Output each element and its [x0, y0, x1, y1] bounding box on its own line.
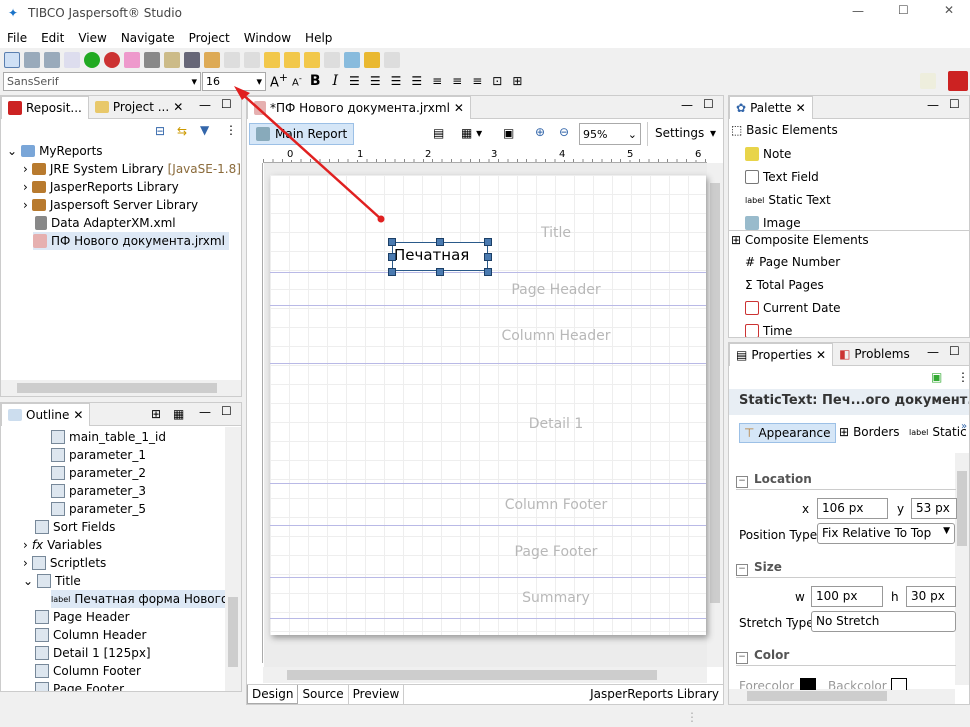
status-separator: ⋮ [686, 710, 698, 724]
note-icon [745, 147, 759, 161]
properties-tabbar: ▤ Properties ✕ ◧ Problems — ☐ [729, 343, 969, 366]
ruler-icon: ⊤ [744, 426, 755, 440]
h-label: h [891, 590, 899, 604]
item-label: Text Field [763, 170, 819, 184]
item-label: Note [763, 147, 792, 161]
y-input[interactable]: 53 px [911, 498, 957, 519]
backcolor-swatch[interactable] [891, 678, 907, 690]
properties-title: StaticText: Печ...ого документ... [729, 389, 969, 415]
height-input[interactable]: 30 px [906, 586, 956, 607]
label-icon: label [909, 428, 929, 437]
tab-label: Appearance [758, 426, 831, 440]
tab-label: Properties [751, 347, 812, 362]
size-section-header[interactable]: Size [736, 560, 782, 576]
tab-problems[interactable]: ◧ Problems [833, 344, 916, 364]
drawer-label: Basic Elements [746, 123, 838, 137]
appearance-tab[interactable]: ⊤ Appearance [739, 423, 836, 443]
close-icon[interactable]: ✕ [816, 348, 826, 362]
divider [736, 665, 956, 666]
maximize-icon[interactable]: ☐ [949, 344, 960, 358]
position-type-select[interactable]: Fix Relative To Top ▼ [817, 523, 955, 544]
palette-tabbar: ✿ Palette ✕ — ☐ [729, 96, 969, 119]
divider [736, 489, 956, 490]
tab-palette[interactable]: ✿ Palette ✕ [729, 96, 813, 119]
tab-label: Palette [750, 100, 792, 115]
palette-item-page-number[interactable]: # Page Number [745, 253, 840, 271]
view-menu-icon[interactable]: ⋮ [957, 370, 969, 384]
composite-elements-header[interactable]: ⊞ Composite Elements [729, 230, 969, 249]
static-tab[interactable]: label Static [909, 425, 967, 439]
calendar-icon [745, 324, 759, 337]
palette-item-note[interactable]: Note [745, 145, 791, 163]
borders-tab[interactable]: ⊞ Borders [839, 425, 900, 439]
minimize-icon[interactable]: — [927, 98, 939, 112]
palette-item-total-pages[interactable]: Σ Total Pages [745, 276, 824, 294]
maximize-icon[interactable]: ☐ [949, 97, 960, 111]
item-label: Page Number [759, 255, 841, 269]
tab-label: Borders [853, 425, 900, 439]
vertical-scrollbar[interactable] [955, 453, 969, 685]
drawer-icon: ⊞ [731, 233, 742, 247]
sum-icon: Σ [745, 278, 753, 292]
item-label: Static Text [768, 193, 831, 207]
palette-item-time[interactable]: Time [745, 322, 793, 338]
forecolor-label: Forecolor [739, 679, 795, 689]
palette-panel: ✿ Palette ✕ — ☐ ⬚ Basic Elements Note Text… [728, 95, 970, 338]
stretch-type-select[interactable]: No Stretch [811, 611, 956, 632]
drawer-icon: ⬚ [731, 123, 743, 137]
drawer-label: Composite Elements [744, 233, 869, 247]
label-icon: label [745, 195, 765, 205]
image-icon [745, 216, 759, 230]
divider [736, 577, 956, 578]
more-tabs-icon[interactable]: » [961, 421, 967, 432]
close-icon[interactable]: ✕ [796, 101, 806, 115]
position-type-value: Fix Relative To Top [822, 526, 932, 540]
palette-item-text-field[interactable]: Text Field [745, 168, 819, 186]
location-section-header[interactable]: Location [736, 472, 812, 488]
width-input[interactable]: 100 px [811, 586, 883, 607]
properties-icon: ▤ [736, 347, 748, 362]
x-input[interactable]: 106 px [817, 498, 888, 519]
page-number-icon: # [745, 255, 756, 269]
status-bar: ⋮ [0, 706, 970, 727]
position-type-label: Position Type [739, 528, 818, 542]
basic-elements-header[interactable]: ⬚ Basic Elements [731, 123, 838, 137]
item-label: Current Date [763, 301, 841, 315]
w-label: w [795, 590, 805, 604]
item-label: Image [763, 216, 801, 230]
tab-label: Problems [854, 347, 910, 361]
horizontal-scrollbar[interactable] [729, 689, 955, 704]
forecolor-swatch[interactable] [800, 678, 816, 690]
pin-icon[interactable]: ▣ [931, 370, 942, 384]
borders-icon: ⊞ [839, 425, 850, 439]
backcolor-label: Backcolor [828, 679, 887, 689]
text-field-icon [745, 170, 759, 184]
palette-icon: ✿ [736, 100, 747, 115]
item-label: Time [763, 324, 793, 338]
item-label: Total Pages [756, 278, 824, 292]
y-label: y [897, 502, 905, 516]
tab-properties[interactable]: ▤ Properties ✕ [729, 343, 834, 366]
calendar-icon [745, 301, 759, 315]
color-section-header[interactable]: Color [736, 648, 789, 664]
chevron-down-icon: ▼ [943, 526, 950, 536]
x-label: x [802, 502, 810, 516]
stretch-type-label: Stretch Type [739, 616, 814, 630]
palette-item-current-date[interactable]: Current Date [745, 299, 841, 317]
minimize-icon[interactable]: — [927, 345, 939, 359]
palette-item-static-text[interactable]: label Static Text [745, 191, 831, 209]
problems-icon: ◧ [839, 347, 851, 361]
